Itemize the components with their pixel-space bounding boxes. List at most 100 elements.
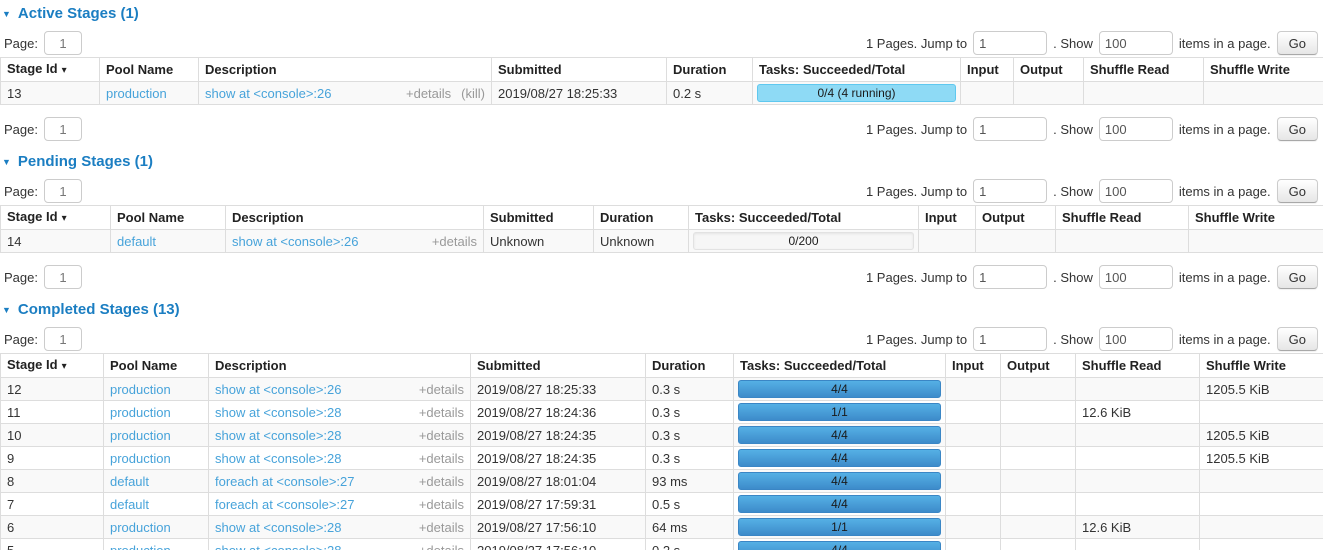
go-button[interactable]: Go xyxy=(1277,265,1318,289)
pool-name-link[interactable]: default xyxy=(110,497,149,512)
column-header-stage-id[interactable]: Stage Id▾ xyxy=(1,354,104,378)
column-header-shuffle-read[interactable]: Shuffle Read xyxy=(1076,354,1200,378)
details-link[interactable]: +details xyxy=(419,429,464,442)
column-header-shuffle-read[interactable]: Shuffle Read xyxy=(1084,58,1204,82)
pool-name-link[interactable]: production xyxy=(106,86,167,101)
description-link[interactable]: foreach at <console>:27 xyxy=(215,475,355,488)
description-content: show at <console>:26 +details (kill) xyxy=(205,87,485,100)
description-link[interactable]: show at <console>:28 xyxy=(215,406,341,419)
go-button[interactable]: Go xyxy=(1277,117,1318,141)
show-count-input[interactable] xyxy=(1099,117,1173,141)
column-header-tasks[interactable]: Tasks: Succeeded/Total xyxy=(753,58,961,82)
details-link[interactable]: +details xyxy=(419,544,464,550)
column-header-output[interactable]: Output xyxy=(976,206,1056,230)
column-header-pool-name[interactable]: Pool Name xyxy=(104,354,209,378)
items-per-page-label: items in a page. xyxy=(1179,36,1271,51)
details-link[interactable]: +details xyxy=(419,521,464,534)
pool-name-link[interactable]: production xyxy=(110,382,171,397)
jump-to-input[interactable] xyxy=(973,265,1047,289)
pool-name-link[interactable]: production xyxy=(110,520,171,535)
section-header-completed-stages[interactable]: ▼Completed Stages (13) xyxy=(2,301,1323,318)
description-link[interactable]: show at <console>:28 xyxy=(215,521,341,534)
description-cell: show at <console>:28 +details xyxy=(209,424,471,447)
column-header-duration[interactable]: Duration xyxy=(667,58,753,82)
column-header-input[interactable]: Input xyxy=(961,58,1014,82)
column-header-output[interactable]: Output xyxy=(1014,58,1084,82)
jump-to-input[interactable] xyxy=(973,327,1047,351)
column-header-submitted[interactable]: Submitted xyxy=(484,206,594,230)
column-header-stage-id[interactable]: Stage Id▾ xyxy=(1,206,111,230)
submitted-cell: 2019/08/27 17:56:10 xyxy=(471,539,646,550)
active-stages-pagination-bottom: Page:1 Pages. Jump to. Showitems in a pa… xyxy=(0,117,1323,141)
details-link[interactable]: +details xyxy=(419,498,464,511)
column-header-shuffle-write[interactable]: Shuffle Write xyxy=(1204,58,1323,82)
page-number-input[interactable] xyxy=(44,31,82,55)
pool-name-link[interactable]: default xyxy=(117,234,156,249)
go-button[interactable]: Go xyxy=(1277,327,1318,351)
details-link[interactable]: +details xyxy=(406,87,451,100)
column-header-description[interactable]: Description xyxy=(226,206,484,230)
pool-name-link[interactable]: production xyxy=(110,428,171,443)
column-header-input[interactable]: Input xyxy=(919,206,976,230)
column-header-description[interactable]: Description xyxy=(209,354,471,378)
stage-id-cell: 13 xyxy=(1,82,100,105)
section-header-active-stages[interactable]: ▼Active Stages (1) xyxy=(2,5,1323,22)
column-header-label: Submitted xyxy=(498,62,562,77)
column-header-submitted[interactable]: Submitted xyxy=(471,354,646,378)
pool-name-link[interactable]: production xyxy=(110,451,171,466)
show-count-input[interactable] xyxy=(1099,265,1173,289)
section-header-pending-stages[interactable]: ▼Pending Stages (1) xyxy=(2,153,1323,170)
show-count-input[interactable] xyxy=(1099,179,1173,203)
jump-to-input[interactable] xyxy=(973,117,1047,141)
shuffle-write-cell: 1205.5 KiB xyxy=(1200,424,1323,447)
page-number-input[interactable] xyxy=(44,265,82,289)
description-link[interactable]: show at <console>:28 xyxy=(215,452,341,465)
description-link[interactable]: show at <console>:26 xyxy=(215,383,341,396)
pool-name-link[interactable]: production xyxy=(110,543,171,550)
section-title: Pending Stages (1) xyxy=(18,153,153,170)
kill-link[interactable]: (kill) xyxy=(461,87,485,100)
description-link[interactable]: show at <console>:26 xyxy=(205,87,331,100)
details-link[interactable]: +details xyxy=(419,383,464,396)
pool-name-link[interactable]: production xyxy=(110,405,171,420)
shuffle-read-cell: 12.6 KiB xyxy=(1076,401,1200,424)
column-header-shuffle-write[interactable]: Shuffle Write xyxy=(1200,354,1323,378)
description-link[interactable]: show at <console>:28 xyxy=(215,544,341,550)
details-link[interactable]: +details xyxy=(432,235,477,248)
column-header-duration[interactable]: Duration xyxy=(594,206,689,230)
column-header-shuffle-read[interactable]: Shuffle Read xyxy=(1056,206,1189,230)
items-per-page-label: items in a page. xyxy=(1179,270,1271,285)
details-link[interactable]: +details xyxy=(419,452,464,465)
pool-name-link[interactable]: default xyxy=(110,474,149,489)
column-header-description[interactable]: Description xyxy=(199,58,492,82)
column-header-tasks[interactable]: Tasks: Succeeded/Total xyxy=(734,354,946,378)
table-row: 5productionshow at <console>:28+details2… xyxy=(1,539,1323,550)
column-header-stage-id[interactable]: Stage Id▾ xyxy=(1,58,100,82)
column-header-tasks[interactable]: Tasks: Succeeded/Total xyxy=(689,206,919,230)
show-count-input[interactable] xyxy=(1099,327,1173,351)
table-row: 8defaultforeach at <console>:27+details2… xyxy=(1,470,1323,493)
description-cell: foreach at <console>:27 +details xyxy=(209,470,471,493)
column-header-pool-name[interactable]: Pool Name xyxy=(100,58,199,82)
details-link[interactable]: +details xyxy=(419,406,464,419)
description-link[interactable]: foreach at <console>:27 xyxy=(215,498,355,511)
page-number-input[interactable] xyxy=(44,179,82,203)
shuffle-read-cell: 12.6 KiB xyxy=(1076,516,1200,539)
go-button[interactable]: Go xyxy=(1277,31,1318,55)
page-number-input[interactable] xyxy=(44,117,82,141)
show-count-input[interactable] xyxy=(1099,31,1173,55)
go-button[interactable]: Go xyxy=(1277,179,1318,203)
description-link[interactable]: show at <console>:26 xyxy=(232,235,358,248)
column-header-pool-name[interactable]: Pool Name xyxy=(111,206,226,230)
jump-to-input[interactable] xyxy=(973,31,1047,55)
column-header-shuffle-write[interactable]: Shuffle Write xyxy=(1189,206,1323,230)
description-link[interactable]: show at <console>:28 xyxy=(215,429,341,442)
details-link[interactable]: +details xyxy=(419,475,464,488)
column-header-duration[interactable]: Duration xyxy=(646,354,734,378)
column-header-input[interactable]: Input xyxy=(946,354,1001,378)
column-header-label: Stage Id xyxy=(7,357,58,372)
column-header-submitted[interactable]: Submitted xyxy=(492,58,667,82)
column-header-output[interactable]: Output xyxy=(1001,354,1076,378)
jump-to-input[interactable] xyxy=(973,179,1047,203)
page-number-input[interactable] xyxy=(44,327,82,351)
